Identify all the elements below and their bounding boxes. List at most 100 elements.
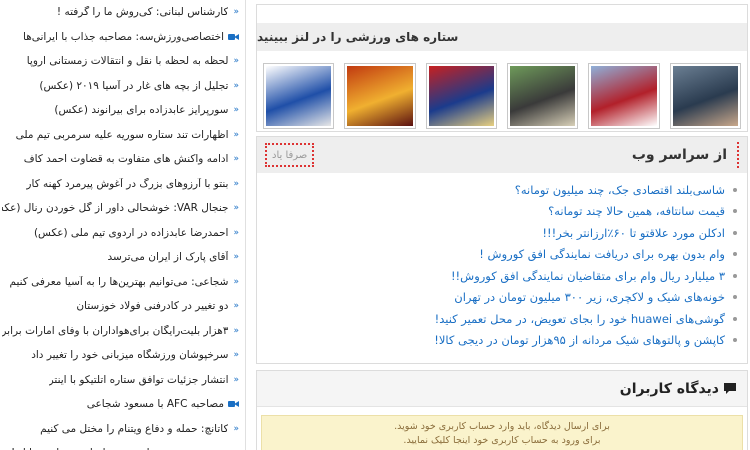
news-list-item[interactable]: « دو تغییر در کادرفنی فولاد خوزستان: [0, 294, 245, 319]
web-link[interactable]: گوشی‌های huawei خود را بجای تعویض، در مح…: [435, 312, 725, 326]
bullet-dot: [733, 252, 737, 257]
news-list-item[interactable]: « ۳هزار بلیت‌رایگان برای‌هواداران با وفای…: [0, 319, 245, 344]
bullet-dot: [733, 230, 737, 235]
web-link[interactable]: شاسی‌بلند اقتصادی جک، چند میلیون تومانه؟: [515, 183, 725, 197]
web-link-item: ادکلن مورد علاقتو تا ۶۰٪ارزانتر بخر!!!: [263, 222, 737, 244]
gallery-header: ستاره های ورزشی را در لنز ببینید: [257, 23, 747, 51]
thumbnail-image: [266, 66, 332, 126]
thumbnail-image: [591, 66, 657, 126]
gallery-thumbnails: [257, 51, 747, 129]
news-title[interactable]: کارشناس لبنانی: کی‌روش ما را گرفته !: [57, 6, 229, 18]
news-title[interactable]: ادامه واکنش های متفاوت به قضاوت احمد کاف: [24, 153, 229, 165]
notice-line-1: برای ارسال دیدگاه، باید وارد حساب کاربری…: [394, 421, 610, 432]
web-link[interactable]: خونه‌های شیک و لاکچری، زیر ۳۰۰ میلیون تو…: [454, 290, 725, 304]
news-title[interactable]: انتشار جزئیات توافق ستاره اتلتیکو با این…: [49, 374, 229, 386]
video-camera-icon: [228, 33, 239, 41]
news-list-item[interactable]: اختصاصی‌ورزش‌سه: مصاحبه جذاب با ایرانی‌ه…: [0, 25, 245, 50]
news-list-item[interactable]: « سرخپوشان ورزشگاه میزبانی خود را تغییر د…: [0, 343, 245, 368]
web-link[interactable]: وام بدون بهره برای دریافت نمایندگی افق ک…: [479, 247, 725, 261]
news-list-item[interactable]: « سورپرایز عابدزاده برای بیرانوند (عکس): [0, 98, 245, 123]
web-link[interactable]: کاپشن و پالتوهای شیک مردانه از ۹۵هزار تو…: [434, 333, 725, 347]
sports-stars-gallery: ستاره های ورزشی را در لنز ببینید: [256, 4, 748, 132]
chevron-left-icon: «: [233, 56, 239, 67]
web-link-item: کاپشن و پالتوهای شیک مردانه از ۹۵هزار تو…: [263, 330, 737, 352]
news-title[interactable]: شجاعی: می‌توانیم بهترین‌ها را به آسیا مع…: [9, 276, 228, 288]
gallery-thumbnail[interactable]: [263, 63, 335, 129]
news-list-item[interactable]: « جنجال VAR: خوشحالی داور از گل خوردن رنا…: [0, 196, 245, 221]
chevron-left-icon: «: [233, 325, 239, 336]
chevron-left-icon: «: [233, 80, 239, 91]
bullet-dot: [733, 338, 737, 343]
chevron-left-icon: «: [233, 276, 239, 287]
gallery-thumbnail[interactable]: [588, 63, 660, 129]
news-list-item[interactable]: « تجلیل از بچه های غار در آسیا ۲۰۱۹ (عکس): [0, 74, 245, 99]
news-title[interactable]: احمدرضا عابدزاده در اردوی تیم ملی (عکس): [34, 227, 229, 239]
news-title[interactable]: اظهارات تند ستاره سوریه علیه سرمربی تیم …: [16, 129, 229, 141]
from-the-web-box: از سراسر وب صرفا یاد شاسی‌بلند اقتصادی ج…: [256, 136, 748, 364]
news-list-item[interactable]: « اظهارات تند ستاره سوریه علیه سرمربی تیم…: [0, 123, 245, 148]
related-news-list: « کارشناس لبنانی: کی‌روش ما را گرفته ! اخت…: [0, 0, 245, 450]
news-list-item[interactable]: « لحظه به لحظه با نقل و انتقالات زمستانی …: [0, 49, 245, 74]
web-link-item: خونه‌های شیک و لاکچری، زیر ۳۰۰ میلیون تو…: [263, 287, 737, 309]
news-list-item[interactable]: « انتشار جزئیات توافق ستاره اتلتیکو با ای…: [0, 368, 245, 393]
news-title[interactable]: مصاحبه AFC با مسعود شجاعی: [87, 398, 224, 410]
news-list-item[interactable]: « ادامه واکنش های متفاوت به قضاوت احمد کا…: [0, 147, 245, 172]
web-link[interactable]: ادکلن مورد علاقتو تا ۶۰٪ارزانتر بخر!!!: [542, 226, 725, 240]
news-list-item[interactable]: « کارشناس لبنانی: کی‌روش ما را گرفته !: [0, 0, 245, 25]
news-title[interactable]: لحظه به لحظه با نقل و انتقالات زمستانی ا…: [27, 55, 229, 67]
news-title[interactable]: کاتانچ: حمله و دفاع ویتنام را مختل می کن…: [40, 423, 228, 435]
news-list-item[interactable]: «نفر بیست و سوم لیست ویتنام از تیم ملی ج…: [0, 441, 245, 450]
gallery-thumbnail[interactable]: [507, 63, 579, 129]
news-title[interactable]: آقای پارک از ایران می‌ترسد: [108, 251, 229, 263]
gallery-thumbnail[interactable]: [425, 63, 498, 129]
bullet-dot: [733, 316, 737, 321]
chevron-left-icon: «: [233, 154, 239, 165]
gallery-thumbnail[interactable]: [669, 63, 741, 129]
bullet-dot: [733, 187, 737, 192]
news-title[interactable]: جنجال VAR: خوشحالی داور از گل خوردن رنال…: [2, 202, 228, 214]
notice-line-2[interactable]: برای ورود به حساب کاربری خود اینجا کلیک …: [262, 434, 742, 448]
web-link[interactable]: ۳ میلیارد ریال وام برای متقاضیان نمایندگ…: [451, 269, 725, 283]
news-title[interactable]: تجلیل از بچه های غار در آسیا ۲۰۱۹ (عکس): [39, 80, 228, 92]
bullet-dot: [733, 295, 737, 300]
chevron-left-icon: «: [233, 301, 239, 312]
news-title[interactable]: سورپرایز عابدزاده برای بیرانوند (عکس): [54, 104, 228, 116]
chevron-left-icon: «: [233, 105, 239, 116]
comments-box: دیدگاه کاربران برای ارسال دیدگاه، باید و…: [256, 370, 748, 450]
web-links-list: شاسی‌بلند اقتصادی جک، چند میلیون تومانه؟…: [257, 173, 747, 351]
web-header: از سراسر وب صرفا یاد: [257, 137, 747, 173]
web-link-item: شاسی‌بلند اقتصادی جک، چند میلیون تومانه؟: [263, 179, 737, 201]
web-link[interactable]: قیمت سانتافه، همین حالا چند تومانه؟: [548, 204, 725, 218]
news-list-item[interactable]: « احمدرضا عابدزاده در اردوی تیم ملی (عکس): [0, 221, 245, 246]
news-title[interactable]: دو تغییر در کادرفنی فولاد خوزستان: [76, 300, 228, 312]
sponsor-badge[interactable]: صرفا یاد: [265, 143, 315, 167]
news-list-item[interactable]: « آقای پارک از ایران می‌ترسد: [0, 245, 245, 270]
bullet-dot: [733, 209, 737, 214]
chevron-left-icon: «: [233, 7, 239, 18]
column-divider: [245, 0, 246, 450]
news-list-item[interactable]: « شجاعی: می‌توانیم بهترین‌ها را به آسیا م…: [0, 270, 245, 295]
chevron-left-icon: «: [233, 374, 239, 385]
comments-title: دیدگاه کاربران: [619, 380, 719, 397]
news-list-item[interactable]: « کاتانچ: حمله و دفاع ویتنام را مختل می ک…: [0, 417, 245, 442]
main-right-column: ستاره های ورزشی را در لنز ببینید از سراس…: [256, 4, 748, 450]
news-title[interactable]: سرخپوشان ورزشگاه میزبانی خود را تغییر دا…: [31, 349, 228, 361]
news-title[interactable]: اختصاصی‌ورزش‌سه: مصاحبه جذاب با ایرانی‌ه…: [23, 31, 224, 43]
comment-bubble-icon: [724, 383, 736, 394]
chevron-left-icon: «: [233, 350, 239, 361]
news-list-item[interactable]: « بنتو با آرزوهای بزرگ در آغوش پیرمرد کهن…: [0, 172, 245, 197]
chevron-left-icon: «: [233, 227, 239, 238]
gallery-thumbnail[interactable]: [344, 63, 416, 129]
thumbnail-image: [428, 66, 495, 126]
login-notice[interactable]: برای ارسال دیدگاه، باید وارد حساب کاربری…: [261, 415, 743, 450]
gallery-title: ستاره های ورزشی را در لنز ببینید: [257, 30, 459, 44]
news-title[interactable]: ۳هزار بلیت‌رایگان برای‌هواداران با وفای …: [2, 325, 228, 337]
news-list-item[interactable]: مصاحبه AFC با مسعود شجاعی: [0, 392, 245, 417]
web-link-item: ۳ میلیارد ریال وام برای متقاضیان نمایندگ…: [263, 265, 737, 287]
web-title: از سراسر وب: [632, 142, 739, 168]
chevron-left-icon: «: [233, 203, 239, 214]
web-link-item: وام بدون بهره برای دریافت نمایندگی افق ک…: [263, 244, 737, 266]
web-link-item: گوشی‌های huawei خود را بجای تعویض، در مح…: [263, 308, 737, 330]
thumbnail-image: [510, 66, 576, 126]
news-title[interactable]: بنتو با آرزوهای بزرگ در آغوش پیرمرد کهنه…: [26, 178, 228, 190]
